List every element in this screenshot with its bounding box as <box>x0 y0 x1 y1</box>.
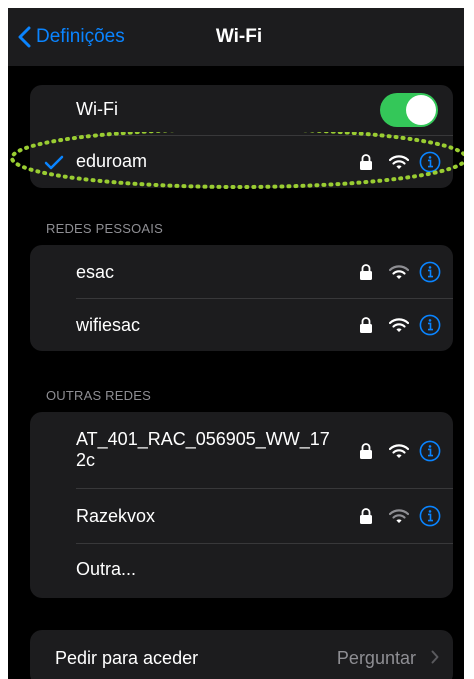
connected-network-row[interactable]: eduroam <box>30 136 453 188</box>
network-name: eduroam <box>76 151 148 171</box>
network-name-line1: AT_401_RAC_056905_WW_17 <box>76 429 330 449</box>
wifi-icon <box>389 155 409 169</box>
wifi-toggle-label: Wi-Fi <box>76 99 118 119</box>
lock-icon <box>360 508 372 524</box>
wifi-group: Wi-Fi eduroam <box>30 85 453 188</box>
wifi-icon <box>389 444 409 458</box>
network-icons <box>359 261 441 283</box>
network-name: AT_401_RAC_056905_WW_17 2c <box>76 429 330 471</box>
lock-icon <box>360 443 372 459</box>
network-row[interactable]: wifiesac <box>30 299 453 351</box>
chevron-right-icon <box>431 650 439 664</box>
network-icons <box>359 440 441 462</box>
navigation-bar: Definições Wi-Fi <box>8 8 464 66</box>
network-icons <box>359 151 441 173</box>
ask-to-join-row[interactable]: Pedir para aceder Perguntar <box>30 630 453 679</box>
network-name: esac <box>76 262 115 282</box>
other-network-label: Outra... <box>76 559 137 579</box>
info-icon[interactable] <box>419 505 441 527</box>
wifi-icon <box>389 509 409 523</box>
info-icon[interactable] <box>419 151 441 173</box>
checkmark-icon <box>44 155 64 170</box>
ask-to-join-label: Pedir para aceder <box>55 648 199 668</box>
page-title: Wi-Fi <box>215 26 263 47</box>
wifi-icon <box>389 265 409 279</box>
lock-icon <box>360 264 372 280</box>
other-network-row[interactable]: Outra... <box>30 544 453 598</box>
personal-networks-group: esac wifiesac <box>30 245 453 351</box>
lock-icon <box>360 317 372 333</box>
ask-to-join-value: Perguntar <box>336 648 416 668</box>
toggle-knob <box>406 95 436 125</box>
ask-to-join-value-wrap: Perguntar <box>337 648 439 669</box>
info-icon[interactable] <box>419 314 441 336</box>
lock-icon <box>360 154 372 170</box>
info-icon[interactable] <box>419 261 441 283</box>
wifi-toggle-row: Wi-Fi <box>30 85 453 135</box>
network-icons <box>359 314 441 336</box>
network-name-line2: 2c <box>76 450 96 470</box>
wifi-icon <box>389 318 409 332</box>
ask-to-join-group: Pedir para aceder Perguntar <box>30 630 453 679</box>
network-row[interactable]: esac <box>30 245 453 298</box>
network-name: Razekvox <box>76 506 156 526</box>
personal-networks-header: REDES PESSOAIS <box>46 221 163 236</box>
network-name: wifiesac <box>76 315 141 335</box>
wifi-settings-screen: Definições Wi-Fi Wi-Fi eduroam REDES PES… <box>8 8 464 679</box>
wifi-toggle[interactable] <box>380 93 438 127</box>
other-networks-group: AT_401_RAC_056905_WW_17 2c Razekvox Outr… <box>30 412 453 598</box>
info-icon[interactable] <box>419 440 441 462</box>
other-networks-header: OUTRAS REDES <box>46 388 151 403</box>
network-row[interactable]: AT_401_RAC_056905_WW_17 2c <box>30 412 453 488</box>
network-icons <box>359 505 441 527</box>
network-row[interactable]: Razekvox <box>30 489 453 543</box>
